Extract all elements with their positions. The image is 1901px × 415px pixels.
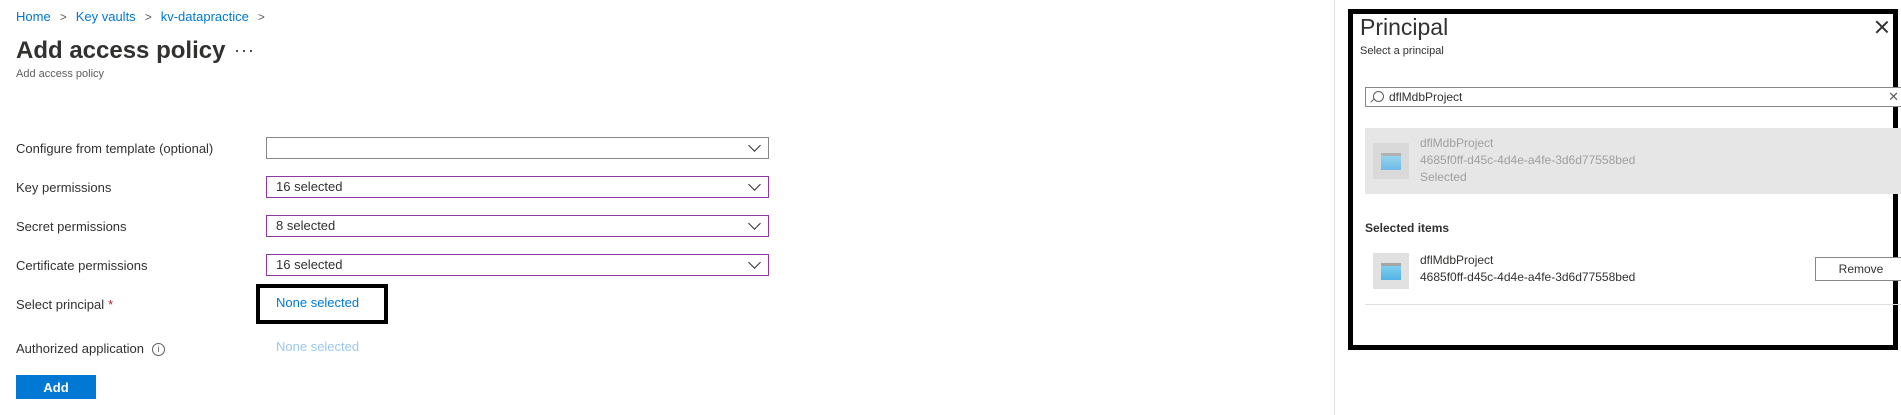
search-result-item[interactable]: dflMdbProject 4685f0ff-d45c-4d4e-a4fe-3d…	[1365, 128, 1901, 194]
certificate-permissions-dropdown[interactable]: 16 selected	[266, 254, 769, 276]
breadcrumb-separator-icon: >	[257, 9, 265, 24]
key-permissions-value: 16 selected	[276, 179, 343, 194]
remove-button[interactable]: Remove	[1815, 257, 1901, 281]
add-access-policy-blade: Home > Key vaults > kv-datapractice > Ad…	[0, 0, 1335, 415]
select-principal-label: Select principal *	[16, 297, 113, 312]
principal-search-field[interactable]: ✕	[1365, 87, 1901, 107]
key-permissions-label: Key permissions	[16, 180, 112, 195]
page-subtitle: Add access policy	[16, 68, 105, 80]
key-permissions-dropdown[interactable]: 16 selected	[266, 176, 769, 198]
result-name: dflMdbProject	[1420, 136, 1494, 150]
clear-search-icon[interactable]: ✕	[1888, 90, 1899, 104]
secret-permissions-label: Secret permissions	[16, 219, 127, 234]
selected-item: dflMdbProject 4685f0ff-d45c-4d4e-a4fe-3d…	[1365, 244, 1901, 305]
template-dropdown[interactable]	[266, 137, 769, 159]
authorized-application-link: None selected	[276, 339, 360, 354]
selected-item-name: dflMdbProject	[1420, 253, 1494, 267]
more-options-button[interactable]: ···	[234, 40, 255, 61]
breadcrumb-kv-datapractice[interactable]: kv-datapractice	[161, 9, 249, 24]
info-icon[interactable]: i	[151, 343, 165, 356]
breadcrumb: Home > Key vaults > kv-datapractice >	[16, 9, 274, 24]
authorized-application-label: Authorized application i	[16, 341, 165, 356]
secret-permissions-value: 8 selected	[276, 218, 336, 233]
app-registration-icon	[1373, 253, 1409, 289]
app-registration-icon	[1373, 143, 1409, 179]
page-title: Add access policy	[16, 37, 226, 64]
authorized-application-label-text: Authorized application	[16, 341, 144, 356]
principal-search-input[interactable]	[1389, 89, 1869, 105]
chevron-down-icon	[748, 139, 761, 152]
certificate-permissions-value: 16 selected	[276, 257, 343, 272]
result-id: 4685f0ff-d45c-4d4e-a4fe-3d6d77558bed	[1420, 153, 1636, 167]
panel-divider	[1334, 0, 1335, 415]
breadcrumb-key-vaults[interactable]: Key vaults	[76, 9, 136, 24]
add-button[interactable]: Add	[16, 375, 96, 399]
breadcrumb-separator-icon: >	[144, 9, 152, 24]
selected-items-heading: Selected items	[1365, 221, 1450, 235]
selected-item-id: 4685f0ff-d45c-4d4e-a4fe-3d6d77558bed	[1420, 270, 1636, 284]
panel-subtitle: Select a principal	[1360, 45, 1444, 57]
panel-title: Principal	[1360, 14, 1449, 40]
template-label: Configure from template (optional)	[16, 141, 214, 156]
breadcrumb-separator-icon: >	[59, 9, 67, 24]
principal-panel: Principal Select a principal ✕ dflMdbPro…	[1348, 9, 1901, 350]
certificate-permissions-label: Certificate permissions	[16, 258, 148, 273]
select-principal-label-text: Select principal	[16, 297, 105, 312]
breadcrumb-home[interactable]: Home	[16, 9, 51, 24]
chevron-down-icon	[748, 217, 761, 230]
chevron-down-icon	[748, 256, 761, 269]
result-status: Selected	[1420, 170, 1467, 184]
chevron-down-icon	[748, 178, 761, 191]
secret-permissions-dropdown[interactable]: 8 selected	[266, 215, 769, 237]
close-icon[interactable]	[1875, 20, 1889, 34]
required-marker: *	[108, 297, 114, 312]
select-principal-link[interactable]: None selected	[276, 295, 359, 310]
search-icon	[1373, 91, 1384, 102]
